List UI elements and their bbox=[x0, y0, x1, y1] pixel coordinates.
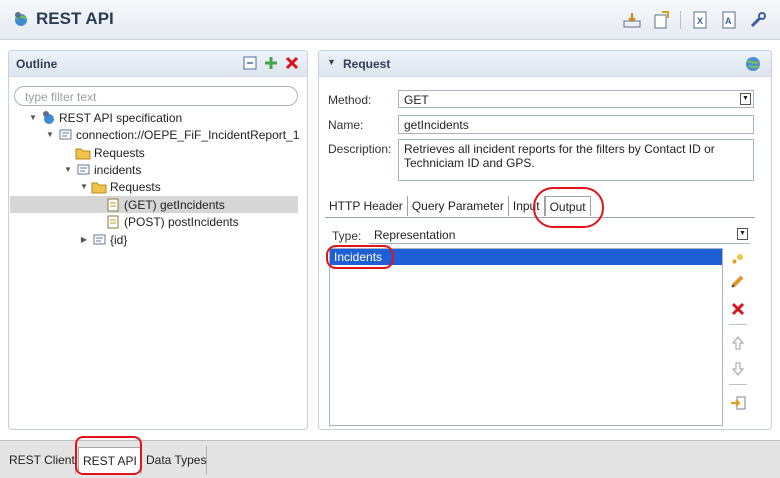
folder-icon bbox=[91, 179, 107, 195]
expand-arrow-icon[interactable]: ▼ bbox=[28, 113, 38, 122]
tree-item-label: (POST) postIncidents bbox=[124, 214, 239, 229]
tab-http-header[interactable]: HTTP Header bbox=[325, 196, 408, 216]
text-icon[interactable]: A bbox=[719, 10, 739, 30]
bottom-tab-rest-client[interactable]: REST Client bbox=[5, 447, 79, 473]
tree-item-label: Requests bbox=[94, 145, 145, 160]
xml-icon[interactable]: X bbox=[690, 10, 710, 30]
tree-item-label: (GET) getIncidents bbox=[124, 197, 225, 212]
tree-item-label: REST API specification bbox=[59, 110, 183, 125]
collapse-arrow-icon[interactable]: ▼ bbox=[327, 57, 336, 67]
type-value: Representation bbox=[374, 228, 456, 242]
tree-item-label: {id} bbox=[110, 232, 128, 247]
request-header[interactable]: ▼ Request bbox=[319, 51, 771, 77]
import-icon[interactable] bbox=[729, 394, 747, 412]
outline-title: Outline bbox=[16, 57, 58, 71]
tree-item-label: Requests bbox=[110, 179, 161, 194]
editor-toolbar: X A bbox=[622, 10, 768, 30]
tree-item-label: connection://OEPE_FiF_IncidentReport_1 bbox=[76, 127, 300, 142]
tree-item-root[interactable]: ▼ REST API specification bbox=[28, 109, 182, 126]
expand-arrow-icon[interactable]: ▼ bbox=[79, 182, 89, 191]
tree-item-get-incidents[interactable]: (GET) getIncidents bbox=[10, 196, 298, 213]
incidents-highlight bbox=[326, 245, 394, 269]
rest-api-icon bbox=[12, 10, 30, 28]
rest-api-tab-highlight bbox=[75, 436, 142, 475]
tree-item-connection[interactable]: ▼ connection://OEPE_FiF_IncidentReport_1 bbox=[45, 126, 299, 143]
expand-arrow-icon[interactable]: ▼ bbox=[45, 130, 55, 139]
export-icon[interactable] bbox=[651, 10, 671, 30]
request-title: Request bbox=[343, 57, 391, 71]
name-field[interactable]: getIncidents bbox=[398, 115, 754, 134]
collapse-all-icon[interactable] bbox=[243, 56, 257, 73]
method-value: GET bbox=[404, 93, 429, 107]
outline-panel: Outline bbox=[8, 50, 308, 430]
outline-header: Outline bbox=[9, 51, 307, 77]
edit-icon[interactable] bbox=[729, 272, 747, 290]
tab-separator bbox=[206, 446, 207, 474]
method-icon bbox=[105, 214, 121, 230]
resource-icon bbox=[91, 232, 107, 248]
description-label: Description: bbox=[328, 142, 392, 156]
globe-icon bbox=[745, 56, 761, 75]
expand-arrow-icon[interactable]: ▼ bbox=[63, 165, 73, 174]
filter-input[interactable]: type filter text bbox=[14, 86, 298, 106]
bottom-tab-data-types[interactable]: Data Types bbox=[142, 447, 210, 473]
wrench-icon[interactable] bbox=[748, 10, 768, 30]
toolbar-separator bbox=[680, 11, 681, 29]
remove-icon[interactable] bbox=[729, 300, 747, 318]
add-icon[interactable] bbox=[264, 56, 278, 73]
move-up-icon[interactable] bbox=[729, 334, 747, 352]
move-down-icon[interactable] bbox=[729, 360, 747, 378]
outline-header-icons bbox=[243, 56, 299, 73]
resource-icon bbox=[75, 162, 91, 178]
tree-item-requests[interactable]: Requests bbox=[63, 144, 145, 161]
method-icon bbox=[105, 197, 121, 213]
output-tab-highlight bbox=[533, 187, 604, 228]
import-icon[interactable] bbox=[622, 10, 642, 30]
dropdown-arrow-icon[interactable]: ▼ bbox=[740, 93, 751, 105]
expand-arrow-icon[interactable]: ▶ bbox=[79, 235, 89, 244]
type-label: Type: bbox=[332, 229, 362, 243]
tree-item-post-incidents[interactable]: (POST) postIncidents bbox=[105, 213, 239, 230]
name-label: Name: bbox=[328, 118, 364, 132]
type-select[interactable]: Representation ▼ bbox=[369, 227, 750, 244]
tab-query-parameter[interactable]: Query Parameter bbox=[408, 196, 509, 216]
delete-icon[interactable] bbox=[285, 56, 299, 73]
tree-item-incidents[interactable]: ▼ incidents bbox=[63, 161, 141, 178]
svg-text:A: A bbox=[725, 16, 732, 26]
tree-item-incident-requests[interactable]: ▼ Requests bbox=[79, 178, 161, 195]
tree-item-id[interactable]: ▶ {id} bbox=[79, 231, 127, 248]
method-select[interactable]: GET ▼ bbox=[398, 90, 754, 108]
page-title: REST API bbox=[36, 9, 114, 28]
connection-icon bbox=[57, 127, 73, 143]
rest-api-icon bbox=[40, 110, 56, 126]
svg-text:X: X bbox=[697, 16, 703, 26]
representation-list[interactable]: Incidents bbox=[329, 248, 723, 426]
folder-icon bbox=[75, 145, 91, 161]
dropdown-arrow-icon[interactable]: ▼ bbox=[737, 228, 748, 240]
method-label: Method: bbox=[328, 93, 372, 107]
tool-separator bbox=[729, 324, 747, 325]
tree-item-label: incidents bbox=[94, 162, 142, 177]
editor-title-bar: REST API X A bbox=[0, 0, 780, 40]
tool-separator bbox=[729, 384, 747, 385]
description-field[interactable]: Retrieves all incident reports for the f… bbox=[398, 139, 754, 181]
add-item-icon[interactable] bbox=[729, 250, 747, 268]
